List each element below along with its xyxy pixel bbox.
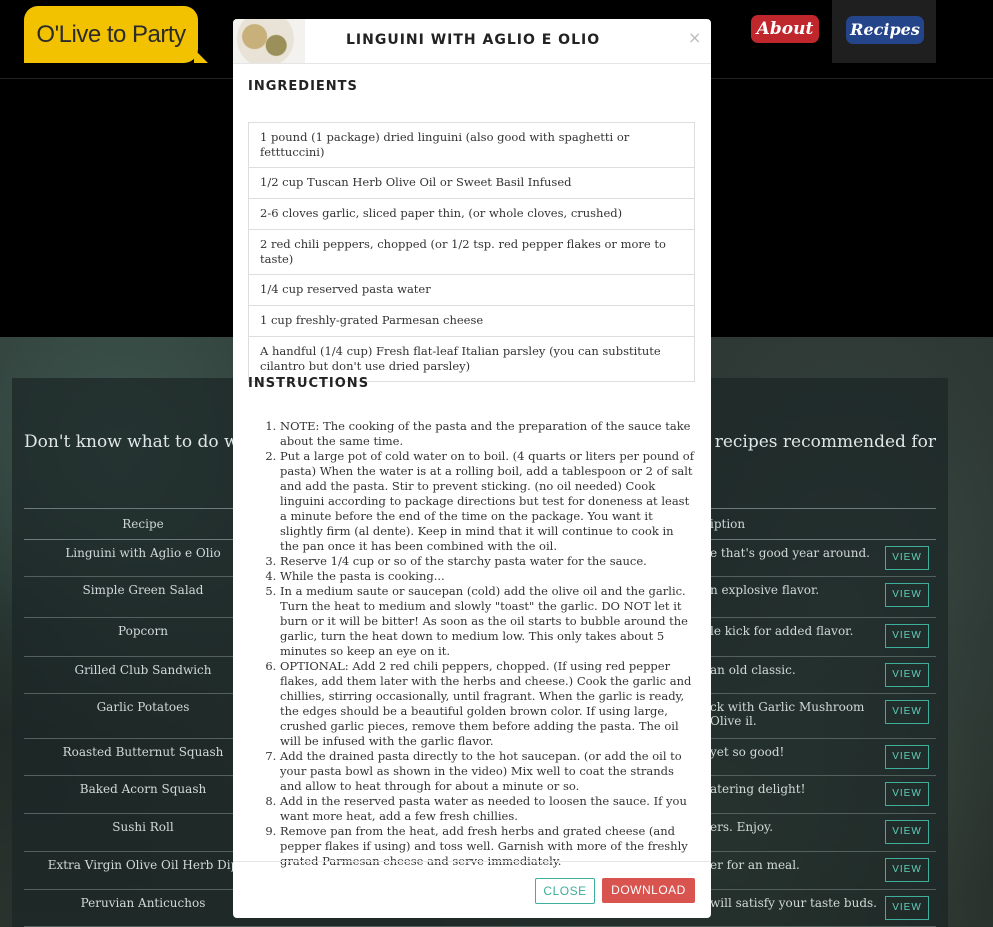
site-logo[interactable]: O'Live to Party [24, 6, 208, 63]
recipe-description: atering delight! [710, 782, 806, 796]
instruction-step: NOTE: The cooking of the pasta and the p… [280, 419, 694, 449]
view-button[interactable]: VIEW [885, 700, 929, 724]
recipe-name: Simple Green Salad [82, 583, 204, 597]
recipe-name: Garlic Potatoes [96, 700, 190, 714]
recipes-intro-left: Don't know what to do with [24, 432, 262, 452]
ingredient-item: 1 cup freshly-grated Parmesan cheese [248, 305, 695, 337]
column-header-recipe: Recipe [122, 517, 164, 531]
instruction-step: Put a large pot of cold water on to boil… [280, 449, 694, 554]
ingredient-item: 2 red chili peppers, chopped (or 1/2 tsp… [248, 229, 695, 275]
ingredient-item: 1 pound (1 package) dried linguini (also… [248, 122, 695, 168]
instruction-step: Reserve 1/4 cup or so of the starchy pas… [280, 554, 694, 569]
recipe-name: Roasted Butternut Squash [62, 745, 224, 759]
recipe-name: Baked Acorn Squash [79, 782, 207, 796]
instructions-heading: INSTRUCTIONS [248, 376, 370, 391]
recipe-description: an old classic. [710, 663, 796, 677]
column-header-description: iption [710, 517, 746, 531]
ingredients-list: 1 pound (1 package) dried linguini (also… [248, 122, 695, 382]
recipe-name: Peruvian Anticuchos [80, 896, 206, 910]
view-button[interactable]: VIEW [885, 820, 929, 844]
view-button[interactable]: VIEW [885, 583, 929, 607]
ingredients-heading: INGREDIENTS [248, 79, 358, 94]
view-button[interactable]: VIEW [885, 624, 929, 648]
instruction-step: Add the drained pasta directly to the ho… [280, 749, 694, 794]
recipe-name: Popcorn [118, 624, 168, 638]
close-icon[interactable]: × [688, 28, 701, 47]
instruction-step: Add in the reserved pasta water as neede… [280, 794, 694, 824]
ingredient-item: 1/4 cup reserved pasta water [248, 274, 695, 306]
nav-about-button[interactable]: About [751, 15, 819, 43]
close-button[interactable]: CLOSE [535, 878, 595, 904]
view-button[interactable]: VIEW [885, 745, 929, 769]
recipe-modal: LINGUINI WITH AGLIO E OLIO × INGREDIENTS… [233, 19, 711, 918]
recipe-description: er for an meal. [710, 858, 800, 872]
view-button[interactable]: VIEW [885, 896, 929, 920]
recipe-name: Linguini with Aglio e Olio [65, 546, 221, 560]
view-button[interactable]: VIEW [885, 782, 929, 806]
recipe-name: Extra Virgin Olive Oil Herb Dip [47, 858, 239, 872]
recipe-description: e that's good year around. [710, 546, 870, 560]
recipe-description: le kick for added flavor. [710, 624, 854, 638]
view-button[interactable]: VIEW [885, 546, 929, 570]
recipe-thumbnail-image [233, 19, 305, 63]
download-button[interactable]: DOWNLOAD [602, 878, 695, 903]
instruction-step: OPTIONAL: Add 2 red chili peppers, chopp… [280, 659, 694, 749]
recipes-intro-right: st of recipes recommended for [671, 432, 936, 452]
instruction-step: In a medium saute or saucepan (cold) add… [280, 584, 694, 659]
instruction-step: While the pasta is cooking... [280, 569, 694, 584]
recipe-description: n explosive flavor. [710, 583, 820, 597]
modal-footer: CLOSE DOWNLOAD [233, 861, 711, 918]
recipe-name: Sushi Roll [112, 820, 174, 834]
recipe-description: ck with Garlic Mushroom Olive il. [710, 700, 865, 728]
recipe-description: yet so good! [710, 745, 785, 759]
recipe-name: Grilled Club Sandwich [74, 663, 212, 677]
view-button[interactable]: VIEW [885, 663, 929, 687]
nav-recipes-active-tab[interactable]: Recipes [832, 0, 936, 63]
recipe-description: ers. Enjoy. [710, 820, 774, 834]
modal-title: LINGUINI WITH AGLIO E OLIO [346, 32, 601, 48]
view-button[interactable]: VIEW [885, 858, 929, 882]
instructions-list: NOTE: The cooking of the pasta and the p… [248, 419, 694, 869]
recipe-description: will satisfy your taste buds. [710, 896, 877, 910]
modal-header: LINGUINI WITH AGLIO E OLIO × [233, 19, 711, 64]
nav-recipes-button[interactable]: Recipes [846, 16, 924, 44]
ingredient-item: 2-6 cloves garlic, sliced paper thin, (o… [248, 198, 695, 230]
ingredient-item: 1/2 cup Tuscan Herb Olive Oil or Sweet B… [248, 167, 695, 199]
